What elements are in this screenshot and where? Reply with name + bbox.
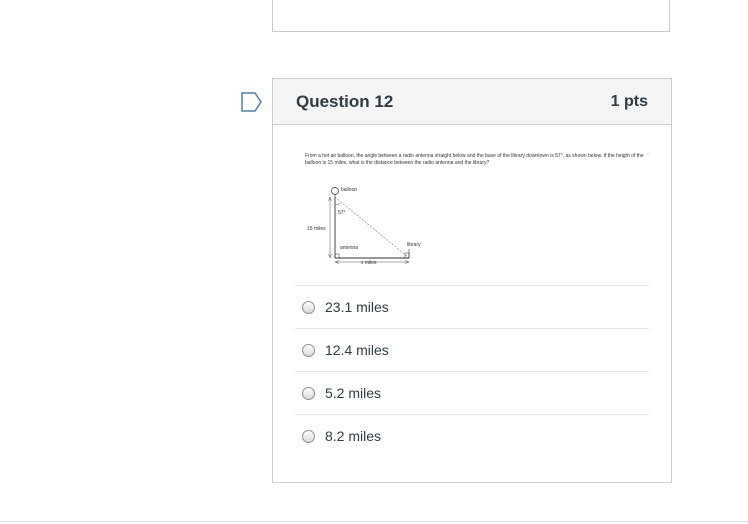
answer-option[interactable]: 23.1 miles [295, 285, 649, 328]
answer-label: 23.1 miles [325, 299, 389, 315]
page-divider [0, 521, 748, 522]
balloon-label: balloon [341, 187, 357, 193]
quiz-page: Question 12 1 pts From a hot air balloon… [0, 0, 748, 524]
question-body: From a hot air balloon, the angle betwee… [273, 125, 671, 457]
radio-button[interactable] [302, 429, 315, 443]
radio-button[interactable] [302, 386, 315, 400]
question-points: 1 pts [610, 92, 648, 110]
question-image: From a hot air balloon, the angle betwee… [295, 125, 649, 285]
radio-button[interactable] [302, 300, 315, 314]
answer-option[interactable]: 12.4 miles [295, 328, 649, 371]
balloon-icon [331, 187, 339, 195]
flag-question-icon[interactable] [241, 92, 263, 112]
radio-button[interactable] [302, 343, 315, 357]
triangle-diagram: balloon 57° 15 miles antenna library x m… [307, 187, 421, 266]
answer-list: 23.1 miles 12.4 miles 5.2 miles 8.2 mile… [295, 285, 649, 457]
answer-option[interactable]: 5.2 miles [295, 371, 649, 414]
base-label: x miles [361, 260, 377, 266]
stray-mark: · [647, 151, 649, 157]
previous-question-box [272, 0, 670, 32]
answer-option[interactable]: 8.2 miles [295, 414, 649, 457]
angle-label: 57° [338, 210, 346, 216]
question-prompt: From a hot air balloon, the angle betwee… [305, 153, 644, 166]
antenna-label: antenna [340, 245, 358, 251]
question-card: Question 12 1 pts From a hot air balloon… [272, 78, 672, 483]
height-label: 15 miles [307, 226, 326, 232]
question-header: Question 12 1 pts [273, 79, 671, 125]
answer-label: 8.2 miles [325, 428, 382, 444]
library-label: library [407, 242, 421, 248]
answer-label: 12.4 miles [325, 342, 389, 358]
question-title: Question 12 [296, 91, 394, 111]
answer-label: 5.2 miles [325, 385, 382, 401]
